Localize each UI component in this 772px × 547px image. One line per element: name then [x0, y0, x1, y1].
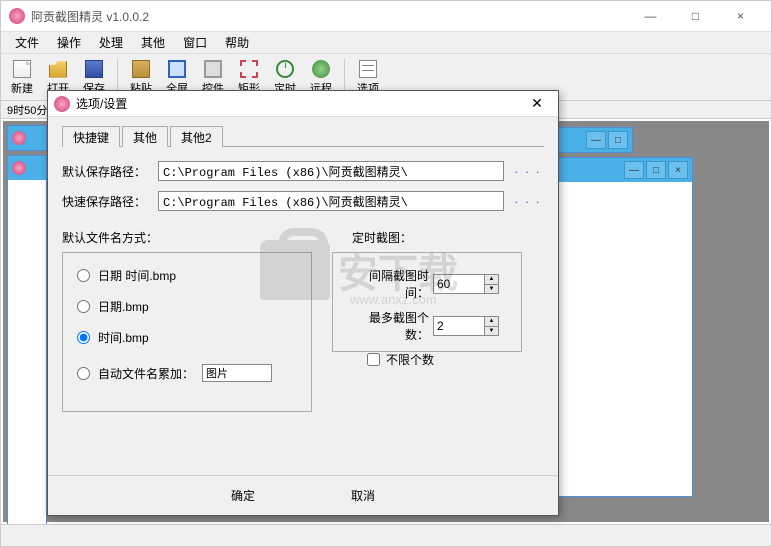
- default-path-browse-button[interactable]: . . .: [512, 162, 544, 180]
- titlebar[interactable]: 阿贡截图精灵 v1.0.0.2 — □ ×: [1, 1, 771, 31]
- fullscreen-icon: [167, 59, 187, 79]
- spin-up-icon[interactable]: ▲: [485, 317, 498, 327]
- spin-down-icon[interactable]: ▼: [485, 285, 498, 294]
- quick-path-row: 快速保存路径： . . .: [62, 191, 544, 211]
- timer-panel: 间隔截图时间： ▲▼ 最多截图个数： ▲▼ 不限个数: [332, 252, 522, 352]
- save-icon: [84, 59, 104, 79]
- menu-window[interactable]: 窗口: [175, 32, 215, 53]
- rect-icon: [239, 59, 259, 79]
- app-icon: [9, 8, 25, 24]
- open-icon: [48, 59, 68, 79]
- mdi-min-icon[interactable]: —: [586, 131, 606, 149]
- maxcount-row: 最多截图个数： ▲▼: [347, 309, 507, 343]
- menu-operate[interactable]: 操作: [49, 32, 89, 53]
- cancel-button[interactable]: 取消: [333, 484, 393, 507]
- dialog-footer: 确定 取消: [48, 475, 558, 515]
- window-icon: [12, 161, 26, 175]
- unlimited-checkbox[interactable]: [367, 353, 380, 366]
- window-icon: [12, 131, 26, 145]
- menu-process[interactable]: 处理: [91, 32, 131, 53]
- paste-icon: [131, 59, 151, 79]
- menubar: 文件 操作 处理 其他 窗口 帮助: [1, 31, 771, 53]
- quick-path-browse-button[interactable]: . . .: [512, 192, 544, 210]
- quick-path-label: 快速保存路径：: [62, 193, 150, 210]
- minimize-button[interactable]: —: [628, 2, 673, 30]
- radio-auto[interactable]: 自动文件名累加：: [77, 364, 297, 382]
- statusbar: [1, 524, 771, 546]
- unlimited-check[interactable]: 不限个数: [367, 351, 507, 368]
- close-button[interactable]: ×: [718, 2, 763, 30]
- quick-path-input[interactable]: [158, 191, 504, 211]
- options-icon: [358, 59, 378, 79]
- tab-other2[interactable]: 其他2: [170, 126, 223, 147]
- ok-button[interactable]: 确定: [213, 484, 273, 507]
- mdi-max-icon[interactable]: □: [646, 161, 666, 179]
- default-path-label: 默认保存路径：: [62, 163, 150, 180]
- maximize-button[interactable]: □: [673, 2, 718, 30]
- tabs: 快捷键 其他 其他2: [62, 125, 544, 147]
- filename-panel: 日期 时间.bmp 日期.bmp 时间.bmp 自动文件名累加：: [62, 252, 312, 412]
- mdi-max-icon[interactable]: □: [608, 131, 628, 149]
- default-path-input[interactable]: [158, 161, 504, 181]
- interval-label: 间隔截图时间：: [347, 267, 429, 301]
- remote-icon: [311, 59, 331, 79]
- menu-other[interactable]: 其他: [133, 32, 173, 53]
- default-path-row: 默认保存路径： . . .: [62, 161, 544, 181]
- interval-input[interactable]: [434, 275, 484, 293]
- window-controls: — □ ×: [628, 2, 763, 30]
- mdi-close-icon[interactable]: ×: [668, 161, 688, 179]
- spin-down-icon[interactable]: ▼: [485, 327, 498, 336]
- radio-date[interactable]: 日期.bmp: [77, 298, 297, 315]
- timer-section-label: 定时截图：: [352, 229, 412, 246]
- radio-time[interactable]: 时间.bmp: [77, 329, 297, 346]
- interval-spinner[interactable]: ▲▼: [433, 274, 499, 294]
- filename-section-label: 默认文件名方式：: [62, 229, 312, 246]
- timer-icon: [275, 59, 295, 79]
- tab-hotkey[interactable]: 快捷键: [62, 126, 120, 147]
- control-icon: [203, 59, 223, 79]
- menu-help[interactable]: 帮助: [217, 32, 257, 53]
- dialog-close-button[interactable]: ✕: [522, 93, 552, 115]
- dialog-icon: [54, 96, 70, 112]
- tab-other[interactable]: 其他: [122, 126, 168, 147]
- options-dialog: 选项/设置 ✕ 快捷键 其他 其他2 默认保存路径： . . . 快速保存路径：…: [47, 90, 559, 516]
- maxcount-label: 最多截图个数：: [347, 309, 429, 343]
- radio-datetime-input[interactable]: [77, 269, 90, 282]
- maxcount-spinner[interactable]: ▲▼: [433, 316, 499, 336]
- dialog-title: 选项/设置: [76, 95, 127, 112]
- panels: 日期 时间.bmp 日期.bmp 时间.bmp 自动文件名累加：: [62, 252, 544, 412]
- mdi-min-icon[interactable]: —: [624, 161, 644, 179]
- new-icon: [12, 59, 32, 79]
- radio-datetime[interactable]: 日期 时间.bmp: [77, 267, 297, 284]
- auto-filename-input[interactable]: [202, 364, 272, 382]
- mdi-window-2[interactable]: [7, 155, 47, 525]
- menu-file[interactable]: 文件: [7, 32, 47, 53]
- tool-new[interactable]: 新建: [5, 56, 39, 98]
- radio-date-input[interactable]: [77, 300, 90, 313]
- radio-time-input[interactable]: [77, 331, 90, 344]
- radio-auto-input[interactable]: [77, 367, 90, 380]
- spin-up-icon[interactable]: ▲: [485, 275, 498, 285]
- mdi-window-1[interactable]: [7, 125, 47, 151]
- section-headers: 默认文件名方式： 定时截图：: [62, 229, 544, 246]
- window-title: 阿贡截图精灵 v1.0.0.2: [31, 8, 628, 25]
- dialog-titlebar[interactable]: 选项/设置 ✕: [48, 91, 558, 117]
- maxcount-input[interactable]: [434, 317, 484, 335]
- dialog-body: 快捷键 其他 其他2 默认保存路径： . . . 快速保存路径： . . . 默…: [48, 117, 558, 420]
- interval-row: 间隔截图时间： ▲▼: [347, 267, 507, 301]
